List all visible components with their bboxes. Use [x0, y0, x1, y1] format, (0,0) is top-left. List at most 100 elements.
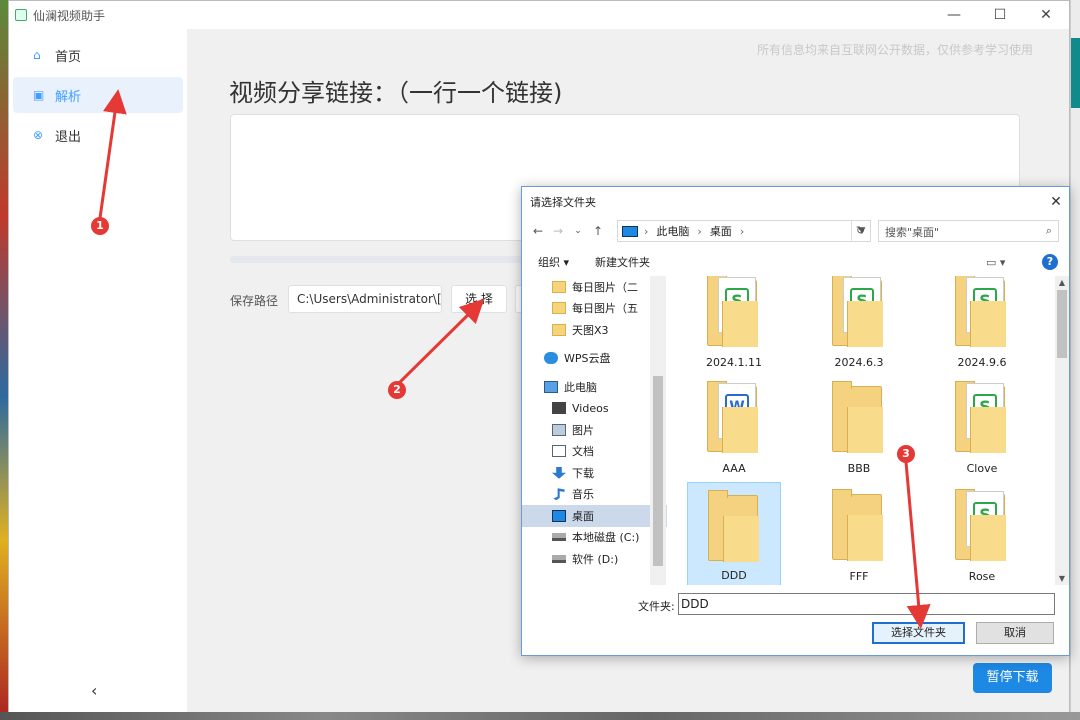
address-bar-row: ← → ⌄ ↑ › 此电脑 › 桌面 › ▼ ↻ 搜索"桌面" ⌕	[522, 218, 1069, 244]
annotation-badge-1: 1	[91, 217, 109, 235]
folder-name-input[interactable]: DDD	[678, 593, 1055, 615]
file-item-label: DDD	[721, 569, 747, 582]
tree-item-videos[interactable]: Videos	[522, 398, 667, 420]
wps-folder-icon: S	[955, 276, 1006, 347]
choose-path-button[interactable]: 选 择	[451, 285, 507, 313]
file-item[interactable]: FFF	[812, 482, 906, 585]
video-icon	[552, 402, 566, 415]
page-title: 视频分享链接：（一行一个链接)	[229, 79, 563, 107]
help-icon[interactable]: ?	[1042, 254, 1058, 270]
file-grid-scrollbar[interactable]: ▲ ▼	[1055, 276, 1069, 585]
document-icon	[552, 445, 566, 458]
disclaimer-text: 所有信息均来自互联网公开数据，仅供参考学习使用	[756, 43, 1033, 57]
desktop-background-left	[0, 0, 8, 720]
tree-item-wps-cloud[interactable]: WPS云盘	[522, 348, 667, 370]
desktop-icon	[552, 509, 566, 522]
search-input[interactable]: 搜索"桌面" ⌕	[878, 220, 1059, 242]
tree-item-drive-c[interactable]: 本地磁盘 (C:)	[522, 527, 667, 549]
tree-item-desktop[interactable]: 桌面	[522, 505, 667, 527]
file-item-label: FFF	[849, 570, 869, 583]
wps-folder-icon: S	[832, 276, 883, 347]
music-icon	[553, 488, 565, 501]
tree-item-folder[interactable]: 每日图片（二	[522, 276, 667, 298]
pause-download-button[interactable]: 暂停下载	[973, 663, 1052, 693]
sidebar-item-label: 首页	[55, 49, 82, 65]
select-folder-button[interactable]: 选择文件夹	[872, 622, 965, 644]
file-item[interactable]: S 2024.6.3	[812, 276, 906, 373]
file-item-label: 2024.1.11	[706, 356, 762, 369]
save-path-label: 保存路径	[230, 294, 279, 308]
title-bar: 仙澜视频助手 — ☐ ✕	[9, 1, 1069, 29]
tree-item-folder[interactable]: 天图X3	[522, 319, 667, 341]
view-options-icon[interactable]: ▭ ▾	[986, 256, 1005, 269]
tree-item-documents[interactable]: 文档	[522, 441, 667, 463]
sidebar-item-exit[interactable]: ⊗ 退出	[13, 117, 183, 153]
picture-icon	[552, 423, 566, 436]
recent-locations-icon[interactable]: ⌄	[568, 226, 588, 236]
wps-folder-icon: S	[955, 489, 1006, 561]
wps-folder-icon: W	[707, 381, 758, 453]
folder-icon	[552, 280, 566, 293]
cloud-icon	[544, 352, 558, 365]
sidebar-item-parse[interactable]: ▣ 解析	[13, 77, 183, 113]
folder-icon	[552, 323, 566, 336]
tree-item-folder[interactable]: 每日图片（五	[522, 298, 667, 320]
up-arrow-icon[interactable]: ↑	[588, 224, 608, 238]
maximize-button[interactable]: ☐	[977, 7, 1023, 23]
exit-icon: ⊗	[33, 128, 44, 142]
forward-arrow-icon[interactable]: →	[548, 224, 568, 238]
folder-picker-dialog: 请选择文件夹 ✕ ← → ⌄ ↑ › 此电脑 › 桌面 › ▼ ↻ 搜索"桌面"…	[521, 186, 1070, 656]
address-breadcrumb[interactable]: › 此电脑 › 桌面 › ▼	[617, 220, 871, 242]
folder-icon	[708, 490, 759, 562]
tree-item-downloads[interactable]: 下载	[522, 462, 667, 484]
computer-icon	[622, 225, 638, 237]
minimize-button[interactable]: —	[931, 7, 977, 23]
file-item[interactable]: S Rose	[935, 482, 1029, 585]
tree-scrollbar[interactable]	[650, 276, 666, 585]
tree-item-drive-d[interactable]: 软件 (D:)	[522, 548, 667, 570]
parse-icon: ▣	[33, 88, 45, 102]
drive-icon	[552, 554, 566, 563]
folder-icon	[832, 381, 883, 453]
wps-folder-icon: S	[707, 276, 758, 347]
file-item[interactable]: S Clove	[935, 374, 1029, 479]
collapse-sidebar-button[interactable]: ‹	[91, 681, 97, 700]
new-folder-button[interactable]: 新建文件夹	[595, 254, 650, 270]
drive-icon	[552, 533, 566, 542]
annotation-badge-2: 2	[388, 381, 406, 399]
close-button[interactable]: ✕	[1023, 7, 1069, 23]
file-grid: S 2024.1.11 S 2024.6.3 S 2024.9.6 W AAA BBB S Clov…	[669, 276, 1052, 585]
file-item-label: Clove	[966, 462, 998, 475]
sidebar-item-label: 退出	[55, 129, 82, 145]
search-icon: ⌕	[1045, 224, 1052, 237]
file-item[interactable]: S 2024.1.11	[687, 276, 781, 373]
dialog-title-bar: 请选择文件夹 ✕	[522, 187, 1069, 217]
back-arrow-icon[interactable]: ←	[528, 224, 548, 238]
home-icon: ⌂	[33, 48, 41, 62]
dialog-close-button[interactable]: ✕	[1043, 194, 1069, 210]
folder-icon	[552, 302, 566, 315]
file-item-label: 2024.9.6	[957, 356, 1007, 369]
tree-item-pictures[interactable]: 图片	[522, 419, 667, 441]
organize-menu[interactable]: 组织 ▾	[538, 254, 569, 270]
desktop-background-right	[1070, 0, 1080, 720]
file-item[interactable]: S 2024.9.6	[935, 276, 1029, 373]
breadcrumb-this-pc[interactable]: 此电脑	[656, 223, 689, 239]
sidebar-item-home[interactable]: ⌂ 首页	[13, 37, 183, 73]
tree-item-this-pc[interactable]: 此电脑	[522, 376, 667, 398]
dialog-toolbar: 组织 ▾ 新建文件夹 ▭ ▾ ?	[522, 249, 1069, 275]
file-item[interactable]: W AAA	[687, 374, 781, 479]
refresh-icon[interactable]: ↻	[851, 220, 869, 242]
file-item[interactable]: BBB	[812, 374, 906, 479]
file-item-label: BBB	[847, 462, 871, 475]
tree-item-music[interactable]: 音乐	[522, 484, 667, 506]
folder-icon	[832, 489, 883, 561]
cancel-button[interactable]: 取消	[976, 622, 1054, 644]
file-item-label: AAA	[722, 462, 746, 475]
save-path-input[interactable]: C:\Users\Administrator\[	[288, 285, 442, 313]
sidebar-item-label: 解析	[55, 89, 82, 105]
file-item[interactable]: DDD	[687, 482, 781, 585]
breadcrumb-desktop[interactable]: 桌面	[710, 223, 732, 239]
app-icon	[15, 9, 27, 21]
search-placeholder: 搜索"桌面"	[885, 226, 940, 239]
